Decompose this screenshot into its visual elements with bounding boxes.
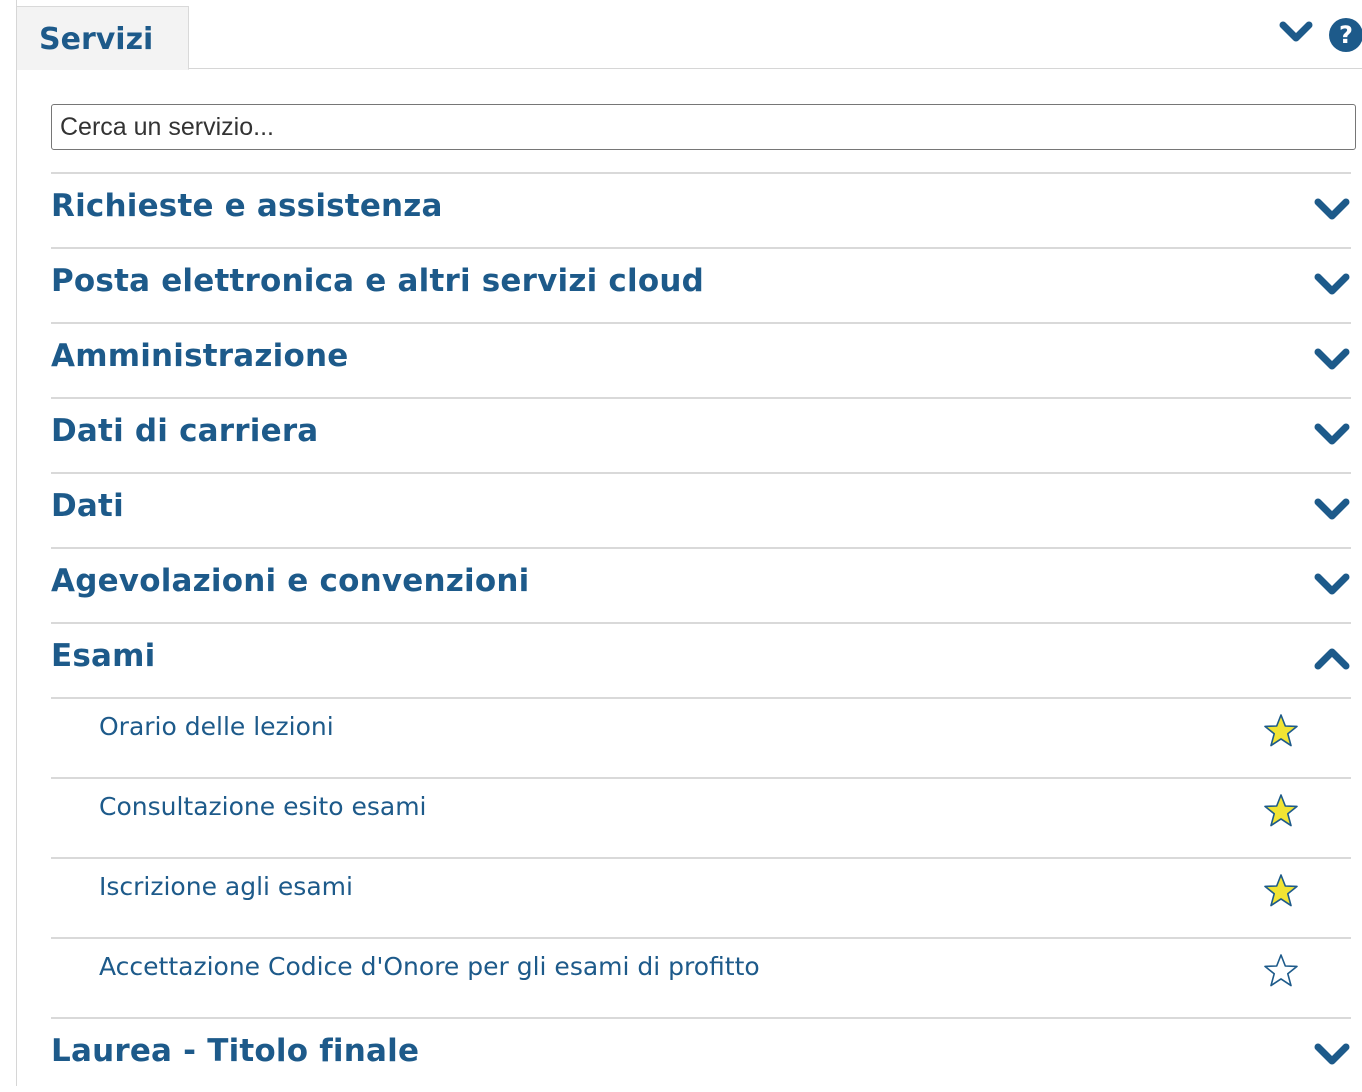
- chevron-down-icon[interactable]: [1314, 196, 1350, 222]
- category-item[interactable]: Esami: [51, 622, 1351, 697]
- service-item[interactable]: Consultazione esito esami: [51, 777, 1351, 857]
- chevron-down-icon[interactable]: [1314, 421, 1350, 447]
- chevron-up-icon[interactable]: [1314, 646, 1350, 672]
- category-title[interactable]: Agevolazioni e convenzioni: [51, 563, 529, 599]
- category-title[interactable]: Richieste e assistenza: [51, 188, 443, 224]
- service-link[interactable]: Accettazione Codice d'Onore per gli esam…: [99, 952, 760, 981]
- category-title[interactable]: Amministrazione: [51, 338, 348, 374]
- category-title[interactable]: Dati: [51, 488, 124, 524]
- services-panel: Servizi ? Richieste e assistenza Posta el…: [16, 0, 1362, 1086]
- category-list: Richieste e assistenza Posta elettronica …: [51, 172, 1351, 1092]
- category-title[interactable]: Dati di carriera: [51, 413, 318, 449]
- category-title[interactable]: Laurea - Titolo finale: [51, 1033, 419, 1069]
- star-filled-icon[interactable]: [1263, 713, 1299, 749]
- help-icon[interactable]: ?: [1329, 18, 1362, 52]
- star-outline-icon[interactable]: [1263, 953, 1299, 989]
- star-filled-icon[interactable]: [1263, 793, 1299, 829]
- tab-label: Servizi: [39, 22, 154, 57]
- service-item[interactable]: Iscrizione agli esami: [51, 857, 1351, 937]
- category-title[interactable]: Posta elettronica e altri servizi cloud: [51, 263, 704, 299]
- chevron-down-icon[interactable]: [1314, 271, 1350, 297]
- category-title[interactable]: Esami: [51, 638, 155, 674]
- chevron-down-icon[interactable]: [1314, 496, 1350, 522]
- service-item[interactable]: Orario delle lezioni: [51, 697, 1351, 777]
- service-link[interactable]: Consultazione esito esami: [99, 792, 427, 821]
- chevron-down-icon[interactable]: [1279, 20, 1313, 46]
- search-input[interactable]: [51, 104, 1356, 150]
- chevron-down-icon[interactable]: [1314, 1041, 1350, 1067]
- category-item[interactable]: Agevolazioni e convenzioni: [51, 547, 1351, 622]
- service-item[interactable]: Accettazione Codice d'Onore per gli esam…: [51, 937, 1351, 1017]
- category-item[interactable]: Dati: [51, 472, 1351, 547]
- category-item[interactable]: Posta elettronica e altri servizi cloud: [51, 247, 1351, 322]
- category-item[interactable]: Amministrazione: [51, 322, 1351, 397]
- category-item[interactable]: Richieste e assistenza: [51, 172, 1351, 247]
- star-filled-icon[interactable]: [1263, 873, 1299, 909]
- service-link[interactable]: Orario delle lezioni: [99, 712, 334, 741]
- chevron-down-icon[interactable]: [1314, 346, 1350, 372]
- tab-servizi[interactable]: Servizi: [17, 6, 189, 70]
- service-link[interactable]: Iscrizione agli esami: [99, 872, 353, 901]
- category-item[interactable]: Laurea - Titolo finale: [51, 1017, 1351, 1092]
- chevron-down-icon[interactable]: [1314, 571, 1350, 597]
- tab-strip: Servizi ?: [17, 0, 1362, 70]
- category-item[interactable]: Dati di carriera: [51, 397, 1351, 472]
